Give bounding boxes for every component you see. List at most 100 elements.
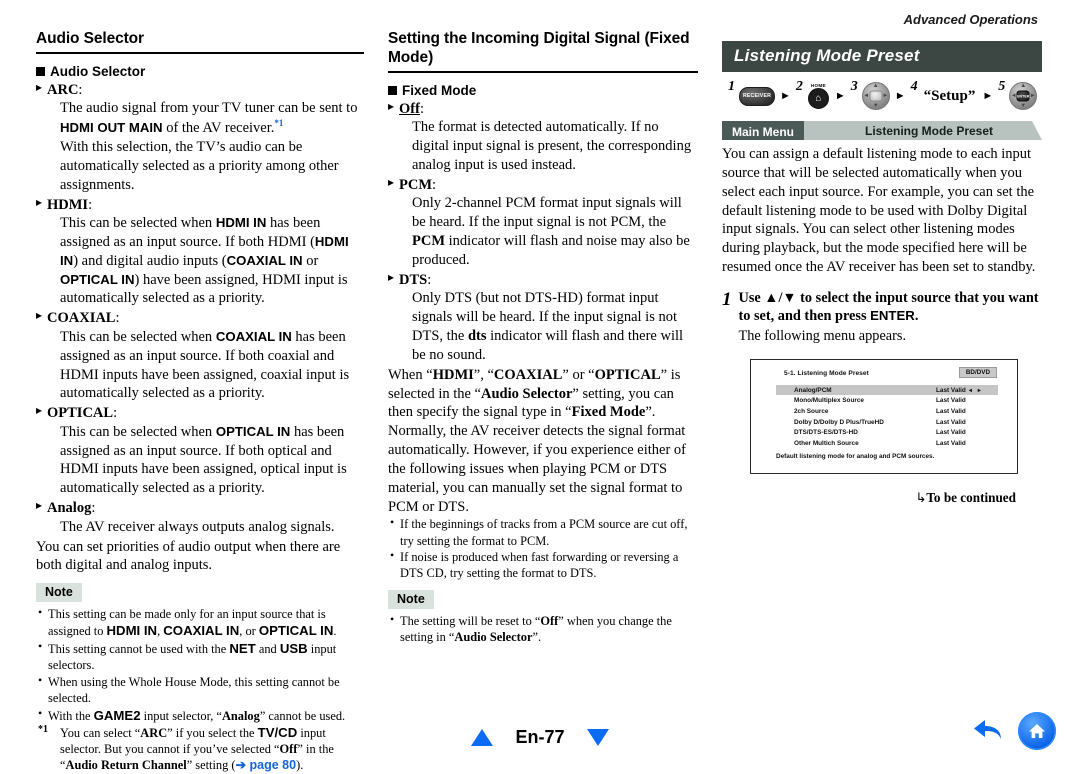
mid-bullet-list: If the beginnings of tracks from a PCM s… [388,515,698,581]
osd-row-name: Other Multich Source [794,440,859,448]
list-item: If noise is produced when fast forwardin… [388,548,698,581]
osd-screenshot: 5-1. Listening Mode Preset BD/DVD Analog… [750,358,1018,474]
osd-title: 5-1. Listening Mode Preset [784,369,869,377]
osd-screenshot-wrapper: 5-1. Listening Mode Preset BD/DVD Analog… [750,358,1042,474]
page-title-middle: Setting the Incoming Digital Signal (Fix… [388,30,690,66]
note-item: When using the Whole House Mode, this se… [36,673,364,706]
intro-paragraph: You can assign a default listening mode … [722,146,1036,276]
list-item: If the beginnings of tracks from a PCM s… [388,515,698,548]
home-glyph-icon: ⌂ [807,88,829,109]
setup-word: “Setup” [923,87,976,104]
dpad-center-icon [869,90,883,102]
def-arc: The audio signal from your TV tuner can … [60,100,358,193]
osd-row-value: Last Valid ◄ ► [936,386,984,394]
osd-row-value: Last Valid [936,408,966,416]
subsection-label: Fixed Mode [402,82,477,98]
page-title: Audio Selector [36,30,144,47]
osd-row-value: Last Valid [936,429,966,437]
mid-paragraph-2: Normally, the AV receiver detects the si… [388,423,687,515]
feature-title-bar: Listening Mode Preset [722,41,1042,72]
note-item: The setting will be reset to “Off” when … [388,612,698,645]
subsection-label: Audio Selector [50,63,146,79]
home-icon[interactable] [1018,712,1056,750]
def-hdmi: This can be selected when HDMI IN has be… [60,215,349,307]
osd-input-badge: BD/DVD [958,366,997,378]
page-link[interactable]: ➔ page 80 [236,758,297,772]
osd-row-name: Dolby D/Dolby D Plus/TrueHD [794,418,884,426]
step-number: 3 [850,79,858,94]
arrow-right-icon: ► [982,89,994,102]
step-1: 1 Use ▲/▼ to select the input source tha… [722,289,1042,345]
term-hdmi: HDMI: [36,195,364,215]
step-number: 2 [795,79,803,94]
step-1-followup: The following menu appears. [738,327,907,344]
mid-paragraph-1: When “HDMI”, “COAXIAL” or “OPTICAL” is s… [388,366,681,421]
term-arc: ARC: [36,80,364,100]
column-right: Listening Mode Preset 1 RECEIVER ► 2 HOM… [722,30,1042,506]
osd-row-name: Mono/Multiplex Source [794,397,864,405]
breadcrumb-current: Listening Mode Preset [804,121,1042,140]
breadcrumb-parent[interactable]: Main Menu [722,121,813,140]
running-head: Advanced Operations [903,12,1038,27]
note-label-left: Note [36,583,82,603]
navigation-icons [972,712,1056,750]
note-item: This setting can be made only for an inp… [36,605,364,639]
to-be-continued: ↳To be continued [915,489,1016,506]
receiver-button-icon: RECEIVER [739,86,775,106]
osd-row[interactable]: DTS/DTS-ES/DTS-HD Last Valid [776,428,998,439]
square-bullet-icon [36,66,45,76]
osd-row[interactable]: Other Multich Source Last Valid [776,438,998,449]
dpad-up-icon: ▲ [1020,83,1027,89]
osd-row-name: 2ch Source [794,408,829,416]
title-rule [36,51,364,54]
enter-label: ENTER [1016,90,1030,102]
osd-row[interactable]: 2ch Source Last Valid [776,406,998,417]
triangle-up-icon[interactable] [471,729,494,746]
back-arrow-icon[interactable] [972,716,1006,746]
def-pcm: Only 2-channel PCM format input signals … [412,195,690,268]
button-sequence: 1 RECEIVER ► 2 HOME ⌂ ► 3 ▲ ▼ ◄ ► ► 4 “S… [728,79,1042,111]
note-list-left: This setting can be made only for an inp… [36,605,364,774]
arrow-right-icon: ► [894,89,906,102]
step-number: 5 [998,79,1006,94]
term-optical: OPTICAL: [36,403,364,423]
square-bullet-icon [388,85,397,95]
step-number: 1 [728,79,735,94]
page-footer: En-77 [0,727,1080,748]
def-off: The format is detected automatically. If… [412,119,692,174]
osd-row-selected[interactable]: Analog/PCM Last Valid ◄ ► [776,384,998,396]
arrow-right-icon: ► [834,89,846,102]
home-glyph-icon [1029,724,1045,738]
osd-row-value: Last Valid [936,418,966,426]
osd-adjust-arrows-icon: ◄ ► [967,387,984,394]
column-middle: Setting the Incoming Digital Signal (Fix… [388,30,698,646]
home-button-icon: HOME ⌂ [807,83,829,109]
term-dts: DTS: [388,270,698,290]
dpad-down-icon: ▼ [1020,103,1027,109]
triangle-down-icon[interactable] [586,729,609,746]
osd-row-value: Last Valid [936,440,966,448]
term-pcm: PCM: [388,175,698,195]
osd-row-name: Analog/PCM [794,386,832,394]
dpad-right-icon: ► [882,93,889,99]
osd-row-list: Analog/PCM Last Valid ◄ ► Mono/Multiplex… [776,384,998,449]
dpad-right-icon: ► [1029,93,1036,99]
note-item: This setting cannot be used with the NET… [36,639,364,673]
manual-page: Advanced Operations Audio Selector Audio… [0,0,1080,772]
def-optical: This can be selected when OPTICAL IN has… [60,423,347,497]
subsection-heading-fixed-mode: Fixed Mode [388,83,698,98]
column-left: Audio Selector Audio Selector ARC: The a… [36,30,364,774]
term-off: Off: [388,99,698,119]
dpad-up-icon: ▲ [872,83,879,89]
continued-arrow-icon: ↳ [915,490,927,506]
def-dts: Only DTS (but not DTS-HD) format input s… [412,290,684,363]
dpad-down-icon: ▼ [872,103,879,109]
def-analog: The AV receiver always outputs analog si… [60,518,335,535]
subsection-heading: Audio Selector [36,64,364,79]
note-label-middle: Note [388,589,434,609]
osd-row[interactable]: Mono/Multiplex Source Last Valid [776,395,998,406]
step-number: 4 [910,79,918,94]
term-analog: Analog: [36,498,364,518]
osd-row[interactable]: Dolby D/Dolby D Plus/TrueHD Last Valid [776,417,998,428]
step-1-number: 1 [722,288,732,310]
